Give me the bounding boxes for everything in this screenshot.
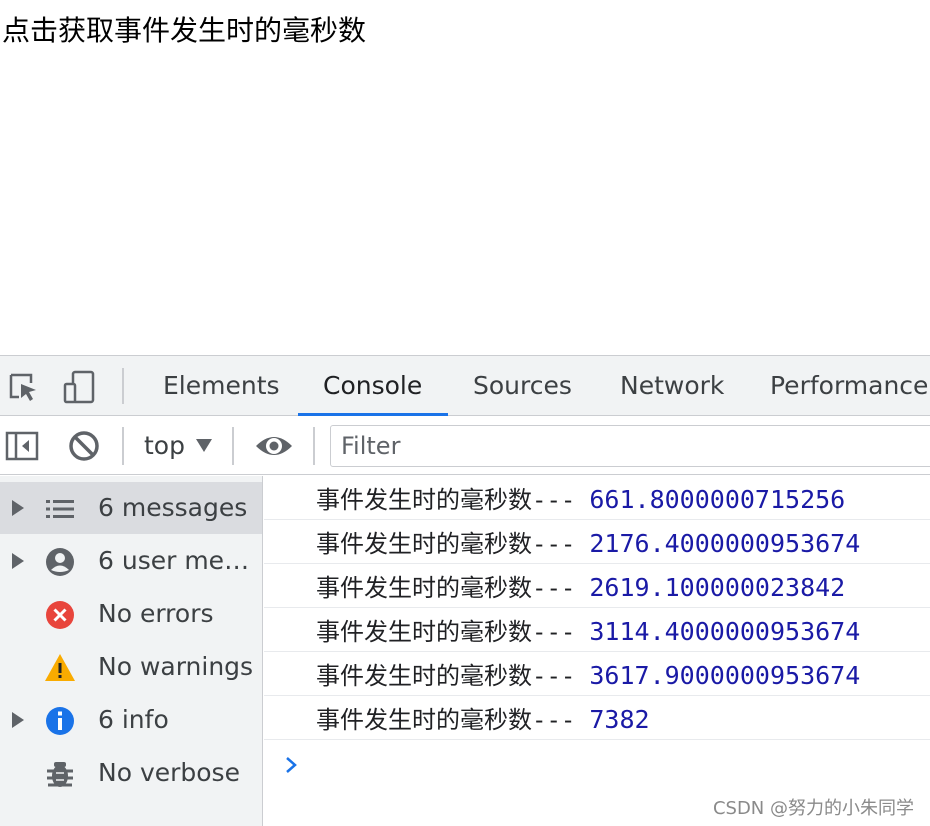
message-dash: --- xyxy=(532,618,576,646)
message-label: 事件发生时的毫秒数 xyxy=(316,486,532,514)
message-dash: --- xyxy=(532,662,576,690)
message-label: 事件发生时的毫秒数 xyxy=(316,706,532,734)
message-dash: --- xyxy=(532,706,576,734)
sidebar-item-label: No errors xyxy=(98,599,214,628)
console-message: 事件发生时的毫秒数--- 3114.4000000953674 xyxy=(264,608,930,652)
tab-network[interactable]: Network xyxy=(620,356,724,416)
sidebar-item-label: 6 user mes… xyxy=(98,546,258,575)
message-value: 661.8000000715256 xyxy=(589,485,846,514)
sidebar-item-verbose[interactable]: No verbose xyxy=(0,747,262,799)
sidebar-item-messages[interactable]: 6 messages xyxy=(0,482,262,534)
console-prompt-chevron-icon[interactable] xyxy=(282,754,300,776)
toolbar-separator-2 xyxy=(232,427,234,465)
devtools-panel: Elements Console Sources Network Perform… xyxy=(0,355,930,826)
clear-console-icon[interactable] xyxy=(67,429,101,463)
message-text: 事件发生时的毫秒数--- 3114.4000000953674 xyxy=(316,608,860,652)
console-messages: 事件发生时的毫秒数--- 661.8000000715256 事件发生时的毫秒数-… xyxy=(264,476,930,826)
warning-icon xyxy=(45,654,75,681)
page-heading: 点击获取事件发生时的毫秒数 xyxy=(2,14,367,47)
message-text: 事件发生时的毫秒数--- 3617.9000000953674 xyxy=(316,652,860,696)
list-icon xyxy=(46,500,74,518)
toolbar-separator-3 xyxy=(313,427,315,465)
message-text: 事件发生时的毫秒数--- 2619.100000023842 xyxy=(316,564,845,608)
console-message: 事件发生时的毫秒数--- 2176.4000000953674 xyxy=(264,520,930,564)
console-message: 事件发生时的毫秒数--- 7382 xyxy=(264,696,930,740)
console-message: 事件发生时的毫秒数--- 3617.9000000953674 xyxy=(264,652,930,696)
expand-arrow-icon[interactable] xyxy=(12,500,24,516)
message-dash: --- xyxy=(532,574,576,602)
sidebar-item-label: 6 info xyxy=(98,705,169,734)
sidebar-item-warnings[interactable]: No warnings xyxy=(0,641,262,693)
message-value: 3617.9000000953674 xyxy=(589,661,861,690)
message-value: 2176.4000000953674 xyxy=(589,529,861,558)
console-message: 事件发生时的毫秒数--- 2619.100000023842 xyxy=(264,564,930,608)
devtools-tabbar: Elements Console Sources Network Perform… xyxy=(0,356,930,416)
user-icon xyxy=(46,548,74,576)
bug-icon xyxy=(47,762,73,787)
message-label: 事件发生时的毫秒数 xyxy=(316,574,532,602)
sidebar-toggle-icon[interactable] xyxy=(5,429,39,463)
sidebar-item-label: No verbose xyxy=(98,758,240,787)
sidebar-item-label: 6 messages xyxy=(98,493,248,522)
message-label: 事件发生时的毫秒数 xyxy=(316,662,532,690)
message-label: 事件发生时的毫秒数 xyxy=(316,618,532,646)
message-text: 事件发生时的毫秒数--- 2176.4000000953674 xyxy=(316,520,860,564)
context-select[interactable]: top xyxy=(144,417,185,475)
context-dropdown-arrow-icon[interactable] xyxy=(196,439,212,452)
info-icon xyxy=(46,707,74,735)
sidebar-item-errors[interactable]: No errors xyxy=(0,588,262,640)
message-label: 事件发生时的毫秒数 xyxy=(316,530,532,558)
error-icon xyxy=(46,601,74,629)
tab-elements[interactable]: Elements xyxy=(163,356,280,416)
console-toolbar: top xyxy=(0,417,930,475)
message-value: 7382 xyxy=(589,705,650,734)
tabbar-separator xyxy=(122,368,124,404)
sidebar-item-user-messages[interactable]: 6 user mes… xyxy=(0,535,262,587)
message-value: 2619.100000023842 xyxy=(589,573,846,602)
message-text: 事件发生时的毫秒数--- 7382 xyxy=(316,696,650,740)
console-message: 事件发生时的毫秒数--- 661.8000000715256 xyxy=(264,476,930,520)
inspect-element-icon[interactable] xyxy=(6,370,40,404)
message-text: 事件发生时的毫秒数--- 661.8000000715256 xyxy=(316,476,845,520)
sidebar-item-info[interactable]: 6 info xyxy=(0,694,262,746)
expand-arrow-icon[interactable] xyxy=(12,712,24,728)
tab-performance[interactable]: Performance xyxy=(770,356,928,416)
tab-console[interactable]: Console xyxy=(323,356,422,416)
tab-sources[interactable]: Sources xyxy=(473,356,572,416)
sidebar-item-label: No warnings xyxy=(98,652,254,681)
active-tab-indicator xyxy=(298,413,448,416)
device-toolbar-icon[interactable] xyxy=(62,370,96,404)
toolbar-separator xyxy=(122,427,124,465)
filter-input[interactable] xyxy=(330,425,930,467)
console-sidebar: 6 messages 6 user mes… No errors No warn… xyxy=(0,476,263,826)
expand-arrow-icon[interactable] xyxy=(12,553,24,569)
message-value: 3114.4000000953674 xyxy=(589,617,861,646)
watermark: CSDN @努力的小朱同学 xyxy=(712,798,914,819)
message-dash: --- xyxy=(532,486,576,514)
live-expression-eye-icon[interactable] xyxy=(254,429,294,463)
message-dash: --- xyxy=(532,530,576,558)
